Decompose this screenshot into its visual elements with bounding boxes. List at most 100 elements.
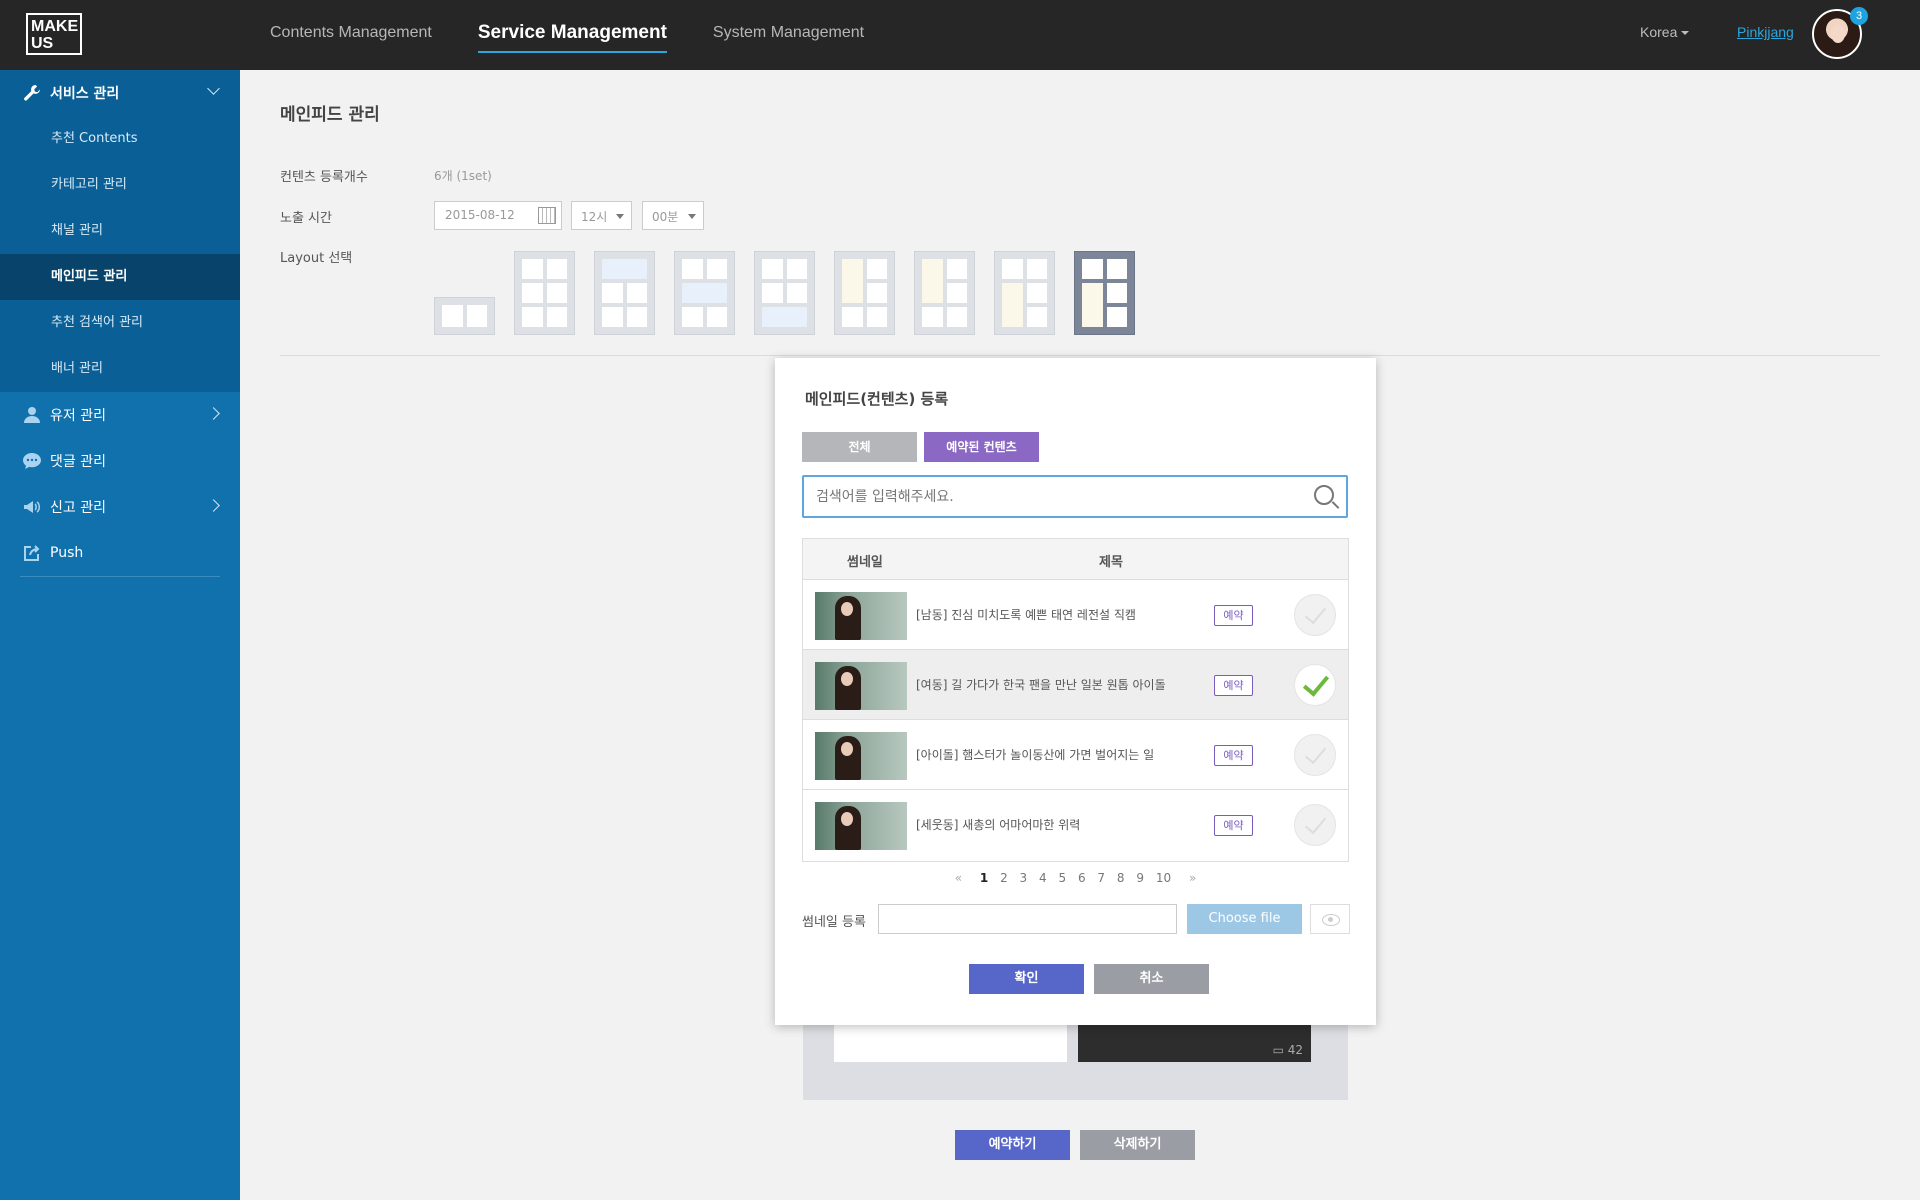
username-link[interactable]: Pinkjjang xyxy=(1737,24,1794,40)
layout-option-7[interactable] xyxy=(914,251,975,335)
sidebar-item-banner[interactable]: 배너 관리 xyxy=(0,346,240,392)
page-link[interactable]: 4 xyxy=(1039,871,1047,885)
sidebar-section-label: 신고 관리 xyxy=(50,500,106,516)
layout-option-3[interactable] xyxy=(594,251,655,335)
layout-option-5[interactable] xyxy=(754,251,815,335)
share-icon xyxy=(24,545,40,561)
layout-option-1[interactable] xyxy=(434,297,495,335)
sidebar-section-report[interactable]: 신고 관리 xyxy=(0,484,240,530)
page-link[interactable]: 8 xyxy=(1117,871,1125,885)
megaphone-icon xyxy=(24,501,40,513)
sidebar-section-service[interactable]: 서비스 관리 xyxy=(0,70,240,116)
hour-value: 12시 xyxy=(581,210,608,224)
search-icon[interactable] xyxy=(1314,485,1334,505)
sidebar-item-recommended-contents[interactable]: 추천 Contents xyxy=(0,116,240,162)
chat-bubble-icon xyxy=(23,453,41,469)
sidebar-section-push[interactable]: Push xyxy=(0,530,240,576)
thumbnail-file-field[interactable] xyxy=(878,904,1177,934)
nav-service-management[interactable]: Service Management xyxy=(477,0,667,53)
reserved-tag: 예약 xyxy=(1214,675,1253,696)
preview-card[interactable] xyxy=(834,1020,1067,1062)
search-input[interactable] xyxy=(816,477,1296,516)
hour-select[interactable]: 12시 xyxy=(571,201,632,230)
page-link[interactable]: 3 xyxy=(1020,871,1028,885)
layout-cell xyxy=(626,283,647,303)
layout-cell xyxy=(522,283,543,303)
check-icon[interactable] xyxy=(1294,734,1336,776)
tab-reserved[interactable]: 예약된 컨텐츠 xyxy=(924,432,1039,462)
delete-button[interactable]: 삭제하기 xyxy=(1080,1130,1195,1160)
layout-cell xyxy=(682,283,727,303)
sidebar-submenu: 추천 Contents 카테고리 관리 채널 관리 메인피드 관리 추천 검색어… xyxy=(0,116,240,392)
preview-card-dark[interactable]: ▭ 42 xyxy=(1078,1020,1311,1062)
layout-cell xyxy=(1026,283,1047,303)
page-link[interactable]: 1 xyxy=(980,871,988,885)
layout-cell xyxy=(842,307,863,327)
page-link[interactable]: 5 xyxy=(1058,871,1066,885)
reserve-button[interactable]: 예약하기 xyxy=(955,1130,1070,1160)
sidebar-section-comment[interactable]: 댓글 관리 xyxy=(0,438,240,484)
sidebar-item-mainfeed[interactable]: 메인피드 관리 xyxy=(0,254,240,300)
sidebar-item-category[interactable]: 카테고리 관리 xyxy=(0,162,240,208)
tab-all[interactable]: 전체 xyxy=(802,432,917,462)
table-row[interactable]: [남동] 진심 미치도록 예쁜 태연 레전설 직캠 예약 xyxy=(803,580,1348,650)
search-box xyxy=(802,475,1348,518)
table-row[interactable]: [아이돌] 햄스터가 놀이동산에 가면 벌어지는 일 예약 xyxy=(803,720,1348,790)
sidebar-section-label: 댓글 관리 xyxy=(50,454,106,470)
layout-cell xyxy=(682,259,703,279)
page-title: 메인피드 관리 xyxy=(280,105,380,125)
layout-option-8[interactable] xyxy=(994,251,1055,335)
date-field[interactable]: 2015-08-12 xyxy=(434,201,562,230)
sidebar-item-recommended-keywords[interactable]: 추천 검색어 관리 xyxy=(0,300,240,346)
row-title: [아이돌] 햄스터가 놀이동산에 가면 벌어지는 일 xyxy=(916,748,1155,762)
layout-cell xyxy=(602,283,623,303)
layout-option-6[interactable] xyxy=(834,251,895,335)
thumbnail-image xyxy=(815,732,907,780)
check-icon[interactable] xyxy=(1294,594,1336,636)
reserved-tag: 예약 xyxy=(1214,605,1253,626)
layout-option-9-selected[interactable] xyxy=(1074,251,1135,335)
sidebar-section-user[interactable]: 유저 관리 xyxy=(0,392,240,438)
calendar-icon[interactable] xyxy=(538,207,556,224)
eye-icon[interactable] xyxy=(1310,904,1350,934)
page-link[interactable]: 10 xyxy=(1156,871,1171,885)
prev-page-icon[interactable]: « xyxy=(955,871,962,885)
layout-option-4[interactable] xyxy=(674,251,735,335)
page-link[interactable]: 9 xyxy=(1136,871,1144,885)
next-page-icon[interactable]: » xyxy=(1189,871,1196,885)
row-title: [남동] 진심 미치도록 예쁜 태연 레전설 직캠 xyxy=(916,608,1136,622)
modal-title: 메인피드(컨텐츠) 등록 xyxy=(805,390,949,408)
layout-cell xyxy=(1106,259,1127,279)
time-label: 노출 시간 xyxy=(280,211,332,226)
layout-option-2[interactable] xyxy=(514,251,575,335)
col-thumbnail: 썸네일 xyxy=(847,555,883,570)
nav-system-management[interactable]: System Management xyxy=(713,0,864,66)
page-link[interactable]: 7 xyxy=(1097,871,1105,885)
page-link[interactable]: 6 xyxy=(1078,871,1086,885)
table-row[interactable]: [여동] 길 가다가 한국 팬을 만난 일본 원톱 아이돌 예약 xyxy=(803,650,1348,720)
sidebar-item-channel[interactable]: 채널 관리 xyxy=(0,208,240,254)
layout-cell xyxy=(946,259,967,279)
layout-cell xyxy=(442,305,463,327)
cancel-button[interactable]: 취소 xyxy=(1094,964,1209,994)
minute-select[interactable]: 00분 xyxy=(642,201,704,230)
layout-cell xyxy=(866,307,887,327)
sidebar-section-label: 서비스 관리 xyxy=(50,86,120,102)
confirm-button[interactable]: 확인 xyxy=(969,964,1084,994)
register-modal: 메인피드(컨텐츠) 등록 전체 예약된 컨텐츠 썸네일 제목 [남동] 진심 미… xyxy=(775,358,1376,1025)
layout-cell xyxy=(546,307,567,327)
layout-cell xyxy=(946,307,967,327)
check-icon[interactable] xyxy=(1294,664,1336,706)
page-link[interactable]: 2 xyxy=(1000,871,1008,885)
layout-cell xyxy=(946,283,967,303)
caret-down-icon xyxy=(616,214,624,219)
notification-badge[interactable]: 3 xyxy=(1850,7,1868,25)
nav-contents-management[interactable]: Contents Management xyxy=(270,0,432,66)
choose-file-button[interactable]: Choose file xyxy=(1187,904,1302,934)
layout-cell xyxy=(466,305,487,327)
date-value: 2015-08-12 xyxy=(445,208,515,222)
region-dropdown[interactable]: Korea xyxy=(1640,24,1690,40)
check-icon[interactable] xyxy=(1294,804,1336,846)
makeus-logo[interactable]: MAKE US xyxy=(26,13,82,55)
table-row[interactable]: [세웃동] 새총의 어마어마한 위력 예약 xyxy=(803,790,1348,860)
